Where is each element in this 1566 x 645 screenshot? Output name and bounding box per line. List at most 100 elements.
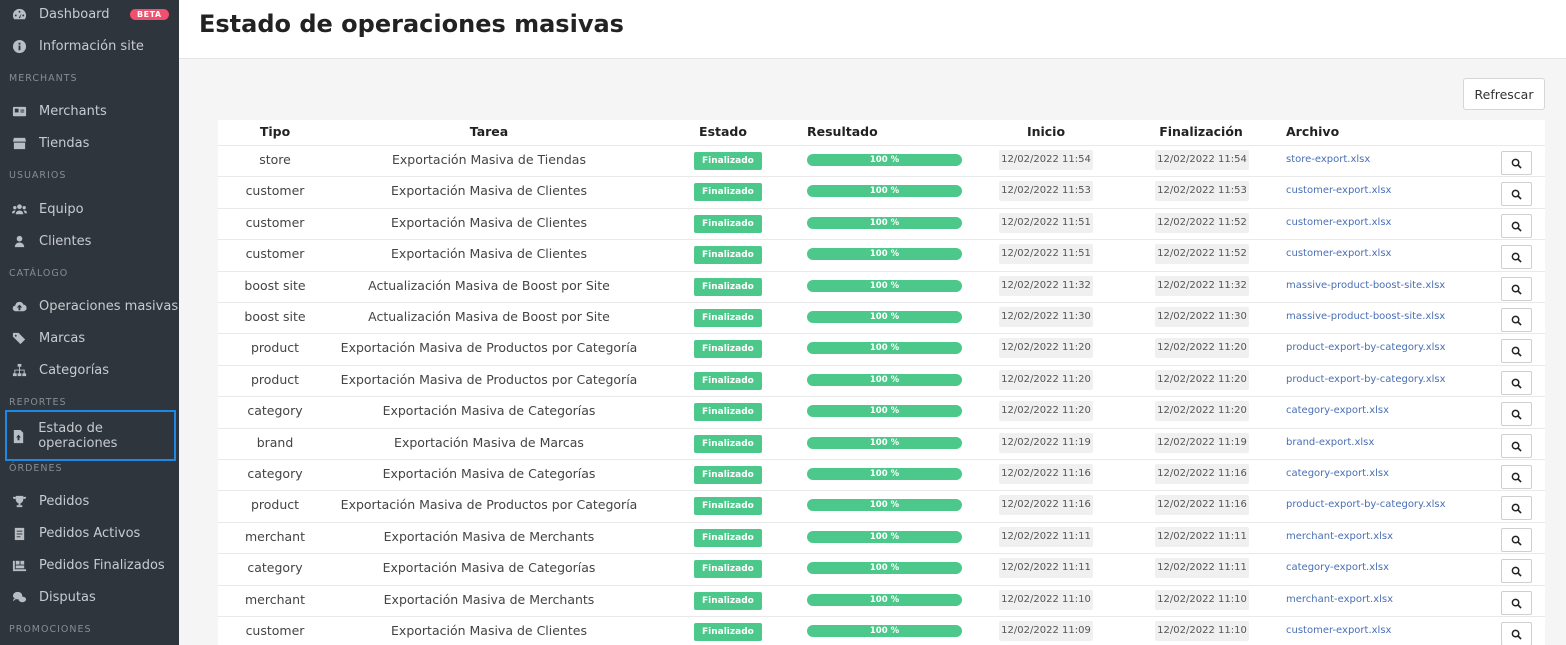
sidebar-item-pedidos-activos[interactable]: Pedidos Activos — [0, 521, 179, 545]
sidebar-item-marcas[interactable]: Marcas — [0, 326, 179, 350]
user-icon — [11, 233, 27, 249]
refresh-button[interactable]: Refrescar — [1463, 78, 1545, 110]
sidebar-item-disputas[interactable]: Disputas — [0, 585, 179, 609]
file-link[interactable]: customer-export.xlsx — [1286, 185, 1391, 196]
file-link[interactable]: product-export-by-category.xlsx — [1286, 342, 1446, 353]
view-button[interactable] — [1501, 245, 1532, 269]
start-date: 12/02/2022 11:32 — [999, 276, 1093, 296]
search-icon — [1511, 441, 1522, 452]
end-date: 12/02/2022 11:16 — [1155, 464, 1249, 484]
progress-bar: 100 % — [807, 594, 962, 606]
sitemap-icon — [11, 362, 27, 378]
view-button[interactable] — [1501, 214, 1532, 238]
cell-tipo: customer — [245, 623, 305, 638]
file-link[interactable]: customer-export.xlsx — [1286, 217, 1391, 228]
view-button[interactable] — [1501, 528, 1532, 552]
status-badge: Finalizado — [694, 309, 762, 327]
view-button[interactable] — [1501, 182, 1532, 206]
status-badge: Finalizado — [694, 497, 762, 515]
cell-tipo: customer — [245, 183, 305, 198]
table-row: brand Exportación Masiva de Marcas Finaliz… — [218, 428, 1545, 459]
table-row: boost site Actualización Masiva de Boost … — [218, 271, 1545, 302]
view-button[interactable] — [1501, 339, 1532, 363]
end-date: 12/02/2022 11:30 — [1155, 307, 1249, 327]
section-promociones: PROMOCIONES — [9, 624, 92, 635]
end-date: 12/02/2022 11:16 — [1155, 495, 1249, 515]
end-date: 12/02/2022 11:11 — [1155, 527, 1249, 547]
file-link[interactable]: product-export-by-category.xlsx — [1286, 374, 1446, 385]
start-date: 12/02/2022 11:19 — [999, 433, 1093, 453]
sidebar-item-merchants[interactable]: Merchants — [0, 99, 179, 123]
file-link[interactable]: store-export.xlsx — [1286, 154, 1370, 165]
sidebar-item-pedidos-finalizados[interactable]: Pedidos Finalizados — [0, 553, 179, 577]
sidebar-item-info-site[interactable]: Información site — [0, 34, 179, 58]
view-button[interactable] — [1501, 559, 1532, 583]
cell-tipo: boost site — [244, 278, 306, 293]
pallet-icon — [11, 557, 27, 573]
view-button[interactable] — [1501, 308, 1532, 332]
file-link[interactable]: customer-export.xlsx — [1286, 248, 1391, 259]
file-link[interactable]: category-export.xlsx — [1286, 562, 1389, 573]
file-link[interactable]: customer-export.xlsx — [1286, 625, 1391, 636]
sidebar-item-label: Pedidos — [39, 493, 90, 509]
view-button[interactable] — [1501, 591, 1532, 615]
info-icon — [11, 38, 27, 54]
view-button[interactable] — [1501, 465, 1532, 489]
status-badge: Finalizado — [694, 466, 762, 484]
view-button[interactable] — [1501, 402, 1532, 426]
file-link[interactable]: brand-export.xlsx — [1286, 437, 1374, 448]
sidebar-item-label: Pedidos Finalizados — [39, 557, 165, 573]
sidebar-item-label: Pedidos Activos — [39, 525, 141, 541]
status-badge: Finalizado — [694, 592, 762, 610]
file-link[interactable]: merchant-export.xlsx — [1286, 531, 1393, 542]
progress-bar: 100 % — [807, 405, 962, 417]
search-icon — [1511, 189, 1522, 200]
sidebar-item-label: Clientes — [39, 233, 92, 249]
search-icon — [1511, 629, 1522, 640]
view-button[interactable] — [1501, 434, 1532, 458]
users-icon — [11, 201, 27, 217]
page-title: Estado de operaciones masivas — [199, 10, 624, 38]
status-badge: Finalizado — [694, 372, 762, 390]
file-link[interactable]: category-export.xlsx — [1286, 405, 1389, 416]
file-link[interactable]: product-export-by-category.xlsx — [1286, 499, 1446, 510]
file-link[interactable]: category-export.xlsx — [1286, 468, 1389, 479]
file-link[interactable]: merchant-export.xlsx — [1286, 594, 1393, 605]
sidebar-item-dashboard[interactable]: Dashboard BETA — [0, 2, 179, 26]
start-date: 12/02/2022 11:10 — [999, 590, 1093, 610]
start-date: 12/02/2022 11:20 — [999, 338, 1093, 358]
sidebar-item-categorias[interactable]: Categorías — [0, 358, 179, 382]
view-button[interactable] — [1501, 371, 1532, 395]
view-button[interactable] — [1501, 277, 1532, 301]
end-date: 12/02/2022 11:20 — [1155, 401, 1249, 421]
sidebar-item-clientes[interactable]: Clientes — [0, 229, 179, 253]
sidebar-item-label: Tiendas — [39, 135, 90, 151]
view-button[interactable] — [1501, 151, 1532, 175]
view-button[interactable] — [1501, 496, 1532, 520]
table-row: customer Exportación Masiva de Clientes Fi… — [218, 208, 1545, 239]
view-button[interactable] — [1501, 622, 1532, 645]
file-link[interactable]: massive-product-boost-site.xlsx — [1286, 280, 1445, 291]
sidebar-item-label: Marcas — [39, 330, 86, 346]
cell-tipo: merchant — [244, 529, 306, 544]
start-date: 12/02/2022 11:20 — [999, 401, 1093, 421]
cell-tarea: Exportación Masiva de Categorías — [382, 560, 596, 575]
sidebar-item-operaciones[interactable]: Operaciones masivas — [0, 294, 179, 318]
end-date: 12/02/2022 11:11 — [1155, 558, 1249, 578]
sidebar-item-pedidos[interactable]: Pedidos — [0, 489, 179, 513]
sidebar: Dashboard BETA Información site MERCHANT… — [0, 0, 179, 645]
status-badge: Finalizado — [694, 403, 762, 421]
sidebar-item-equipo[interactable]: Equipo — [0, 197, 179, 221]
start-date: 12/02/2022 11:11 — [999, 558, 1093, 578]
start-date: 12/02/2022 11:53 — [999, 181, 1093, 201]
table-row: customer Exportación Masiva de Clientes Fi… — [218, 616, 1545, 645]
sidebar-item-label: Operaciones masivas — [39, 298, 179, 314]
end-date: 12/02/2022 11:53 — [1155, 181, 1249, 201]
status-badge: Finalizado — [694, 152, 762, 170]
sidebar-item-tiendas[interactable]: Tiendas — [0, 131, 179, 155]
search-icon — [1511, 158, 1522, 169]
file-link[interactable]: massive-product-boost-site.xlsx — [1286, 311, 1445, 322]
search-icon — [1511, 284, 1522, 295]
table-row: merchant Exportación Masiva de Merchants F… — [218, 585, 1545, 616]
cell-tipo: category — [247, 466, 303, 481]
